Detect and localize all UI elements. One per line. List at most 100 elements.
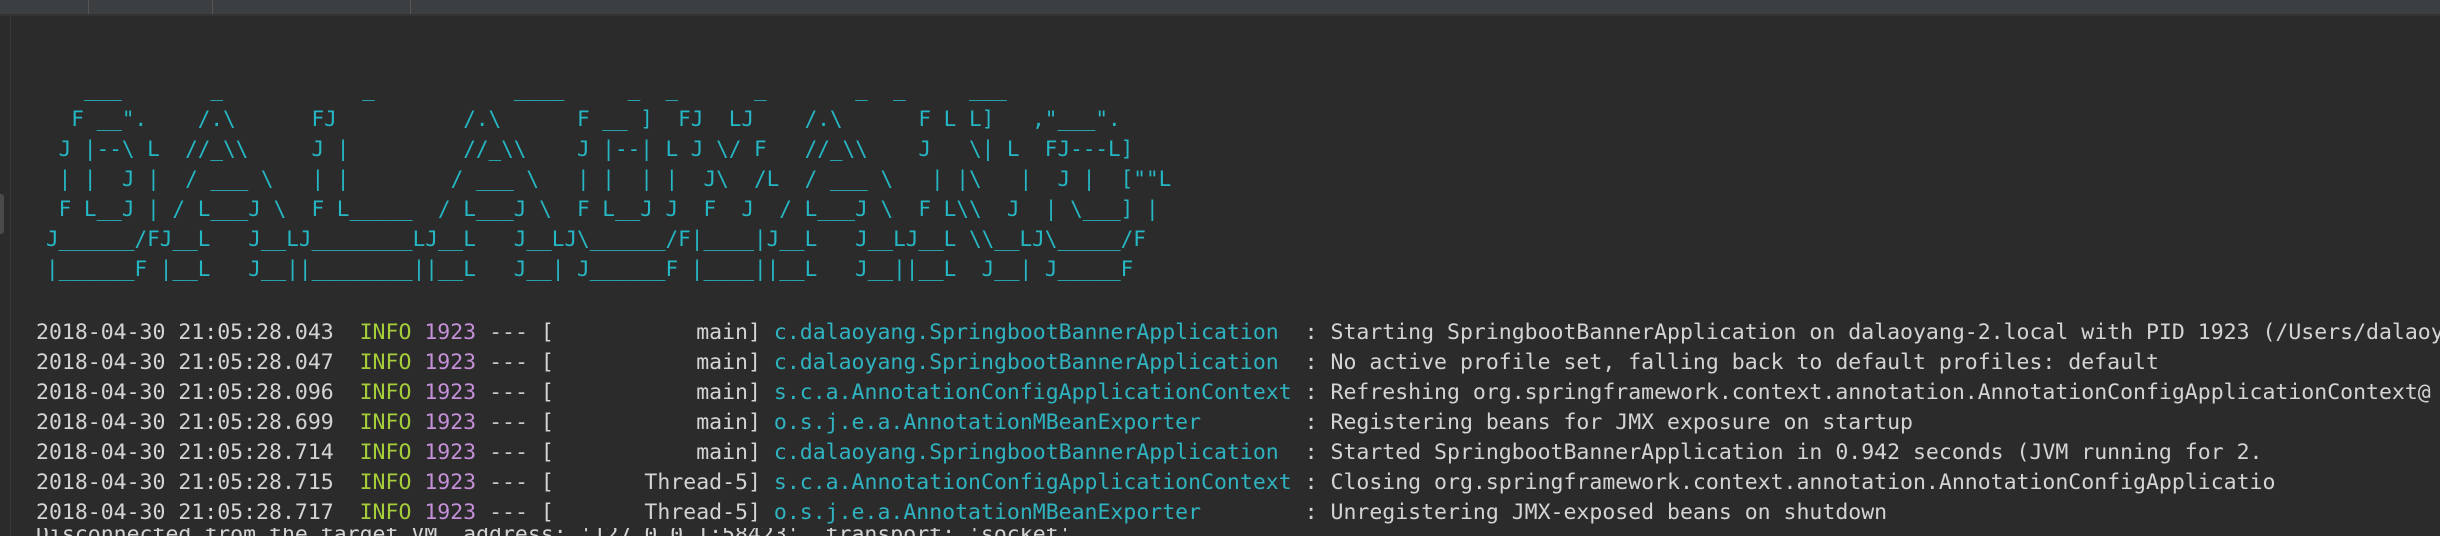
tab-separator (410, 0, 411, 14)
log-separator: --- (489, 320, 528, 345)
log-spacer (411, 320, 424, 345)
log-line: 2018-04-30 21:05:28.714 INFO 1923 --- [ … (36, 438, 2440, 468)
log-spacer (476, 380, 489, 405)
log-spacer (411, 500, 424, 525)
log-message: : Closing org.springframework.context.an… (1304, 470, 2276, 495)
log-line: 2018-04-30 21:05:28.715 INFO 1923 --- [ … (36, 468, 2440, 498)
log-thread: [ Thread-5] (540, 500, 761, 525)
log-logger[interactable]: c.dalaoyang.SpringbootBannerApplication (774, 350, 1279, 375)
log-thread: [ Thread-5] (540, 470, 761, 495)
log-spacer (334, 320, 360, 345)
log-spacer (476, 440, 489, 465)
log-spacer (334, 470, 360, 495)
log-thread: [ main] (540, 350, 761, 375)
log-spacer (334, 500, 360, 525)
log-timestamp: 2018-04-30 21:05:28.715 (36, 470, 334, 495)
log-message: : Starting SpringbootBannerApplication o… (1304, 320, 2440, 345)
log-line: 2018-04-30 21:05:28.717 INFO 1923 --- [ … (36, 498, 2440, 528)
log-timestamp: 2018-04-30 21:05:28.714 (36, 440, 334, 465)
log-message: : No active profile set, falling back to… (1304, 350, 2159, 375)
log-line: 2018-04-30 21:05:28.699 INFO 1923 --- [ … (36, 408, 2440, 438)
log-pid: 1923 (424, 440, 477, 465)
log-pid: 1923 (424, 320, 477, 345)
log-spacer (1279, 350, 1305, 375)
log-pid: 1923 (424, 500, 477, 525)
log-spacer (1292, 470, 1305, 495)
log-message: : Unregistering JMX-exposed beans on shu… (1304, 500, 1888, 525)
log-pid: 1923 (424, 470, 477, 495)
log-separator: --- (489, 410, 528, 435)
log-timestamp: 2018-04-30 21:05:28.096 (36, 380, 334, 405)
console-partial-line: Disconnected from the target VM, address… (36, 528, 1072, 536)
log-spacer (1201, 500, 1305, 525)
log-level: INFO (359, 470, 412, 495)
log-separator: --- (489, 440, 528, 465)
log-spacer (411, 380, 424, 405)
log-logger[interactable]: c.dalaoyang.SpringbootBannerApplication (774, 440, 1279, 465)
log-level: INFO (359, 410, 412, 435)
log-spacer (761, 470, 774, 495)
log-spacer (528, 320, 541, 345)
log-separator: --- (489, 350, 528, 375)
log-timestamp: 2018-04-30 21:05:28.047 (36, 350, 334, 375)
log-spacer (528, 500, 541, 525)
log-spacer (1279, 320, 1305, 345)
log-logger[interactable]: o.s.j.e.a.AnnotationMBeanExporter (774, 410, 1201, 435)
log-spacer (761, 350, 774, 375)
log-line: 2018-04-30 21:05:28.047 INFO 1923 --- [ … (36, 348, 2440, 378)
console-gutter (0, 16, 11, 536)
log-timestamp: 2018-04-30 21:05:28.043 (36, 320, 334, 345)
log-spacer (528, 410, 541, 435)
log-logger[interactable]: s.c.a.AnnotationConfigApplicationContext (774, 470, 1292, 495)
log-spacer (528, 440, 541, 465)
log-level: INFO (359, 380, 412, 405)
log-logger[interactable]: c.dalaoyang.SpringbootBannerApplication (774, 320, 1279, 345)
ascii-banner: ___ _ _ ____ _ _ _ _ _ ___ F __". /.\ FJ… (46, 77, 1172, 281)
log-spacer (476, 500, 489, 525)
log-message: : Started SpringbootBannerApplication in… (1304, 440, 2263, 465)
fold-marker[interactable] (0, 194, 4, 234)
log-spacer (334, 410, 360, 435)
log-spacer (761, 320, 774, 345)
log-spacer (411, 440, 424, 465)
log-thread: [ main] (540, 410, 761, 435)
editor-tab-bar (0, 0, 2440, 16)
log-separator: --- (489, 470, 528, 495)
log-spacer (476, 350, 489, 375)
log-pid: 1923 (424, 380, 477, 405)
log-line: 2018-04-30 21:05:28.043 INFO 1923 --- [ … (36, 318, 2440, 348)
log-spacer (411, 410, 424, 435)
console-window: ___ _ _ ____ _ _ _ _ _ ___ F __". /.\ FJ… (0, 0, 2440, 536)
log-spacer (1279, 440, 1305, 465)
log-logger[interactable]: o.s.j.e.a.AnnotationMBeanExporter (774, 500, 1201, 525)
log-spacer (528, 470, 541, 495)
log-level: INFO (359, 440, 412, 465)
log-thread: [ main] (540, 380, 761, 405)
log-timestamp: 2018-04-30 21:05:28.699 (36, 410, 334, 435)
log-line: 2018-04-30 21:05:28.096 INFO 1923 --- [ … (36, 378, 2440, 408)
log-logger[interactable]: s.c.a.AnnotationConfigApplicationContext (774, 380, 1292, 405)
log-spacer (476, 410, 489, 435)
log-separator: --- (489, 500, 528, 525)
log-level: INFO (359, 350, 412, 375)
log-message: : Refreshing org.springframework.context… (1304, 380, 2431, 405)
log-message: : Registering beans for JMX exposure on … (1304, 410, 1913, 435)
log-pid: 1923 (424, 410, 477, 435)
log-spacer (411, 350, 424, 375)
log-spacer (761, 440, 774, 465)
log-spacer (334, 440, 360, 465)
log-thread: [ main] (540, 440, 761, 465)
log-spacer (1201, 410, 1305, 435)
log-spacer (334, 350, 360, 375)
tab-separator (212, 0, 213, 14)
log-separator: --- (489, 380, 528, 405)
log-spacer (528, 350, 541, 375)
log-pid: 1923 (424, 350, 477, 375)
log-spacer (761, 500, 774, 525)
log-spacer (476, 470, 489, 495)
log-spacer (528, 380, 541, 405)
console-log: 2018-04-30 21:05:28.043 INFO 1923 --- [ … (36, 318, 2440, 528)
log-spacer (411, 470, 424, 495)
tab-separator (88, 0, 89, 14)
log-spacer (334, 380, 360, 405)
